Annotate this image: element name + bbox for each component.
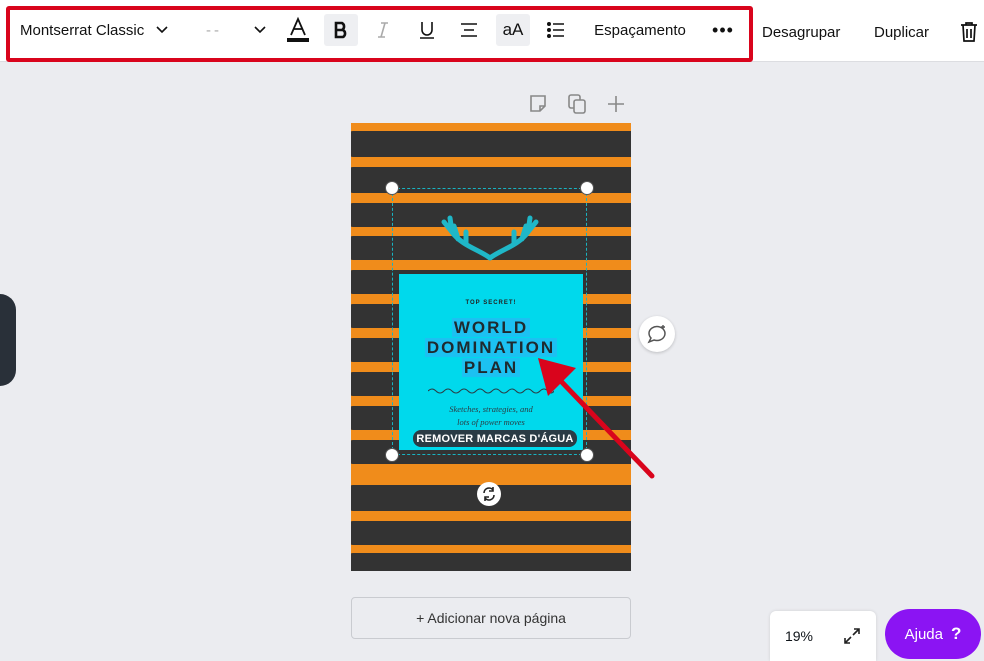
list-button[interactable] [539, 14, 573, 46]
expand-icon[interactable] [843, 627, 861, 645]
duplicate-button[interactable]: Duplicar [874, 24, 929, 41]
add-comment-button[interactable] [639, 316, 675, 352]
ungroup-button[interactable]: Desagrupar [762, 24, 840, 41]
italic-button[interactable] [366, 14, 400, 46]
font-size-value: -- [206, 21, 222, 39]
resize-handle-top-right[interactable] [580, 181, 594, 195]
underline-icon [420, 22, 434, 39]
note-icon[interactable] [529, 93, 549, 115]
trash-icon[interactable] [957, 20, 981, 44]
zoom-control[interactable]: 19% [770, 611, 876, 661]
dark-stripe [351, 131, 631, 157]
chevron-down-icon [254, 26, 266, 34]
text-color-icon [287, 16, 309, 42]
plus-icon[interactable] [606, 93, 626, 115]
text-color-button[interactable] [281, 14, 315, 46]
bold-button[interactable] [324, 14, 358, 46]
list-icon [547, 22, 564, 38]
align-center-icon [461, 23, 477, 37]
rotate-icon [483, 487, 495, 501]
font-family-label: Montserrat Classic [20, 21, 145, 39]
font-size-dropdown[interactable]: -- [206, 14, 266, 46]
italic-icon [378, 22, 388, 38]
zoom-level[interactable]: 19% [785, 628, 813, 644]
bold-icon [334, 21, 347, 39]
help-label: Ajuda [904, 625, 943, 643]
red-arrow-annotation [538, 358, 655, 479]
spacing-button[interactable]: Espaçamento [590, 14, 690, 46]
dark-stripe [351, 553, 631, 571]
more-options-button[interactable]: ••• [706, 14, 740, 46]
rotate-button[interactable] [477, 482, 501, 506]
help-button[interactable]: Ajuda ? [885, 609, 981, 659]
chevron-down-icon [156, 26, 168, 34]
comment-icon [647, 325, 666, 344]
resize-handle-bottom-left[interactable] [385, 448, 399, 462]
underline-button[interactable] [410, 14, 444, 46]
copy-icon[interactable] [567, 93, 587, 115]
dark-stripe [351, 521, 631, 545]
font-family-dropdown[interactable]: Montserrat Classic [20, 14, 190, 46]
letter-case-button[interactable]: aA [496, 14, 530, 46]
side-panel-toggle[interactable] [0, 294, 16, 386]
resize-handle-top-left[interactable] [385, 181, 399, 195]
letter-case-label: aA [502, 20, 524, 39]
help-question-icon: ? [950, 624, 962, 643]
top-bar: Montserrat Classic -- aA Espaçamento •••… [0, 0, 984, 62]
add-new-page-button[interactable]: + Adicionar nova página [351, 597, 631, 639]
align-center-button[interactable] [452, 14, 486, 46]
